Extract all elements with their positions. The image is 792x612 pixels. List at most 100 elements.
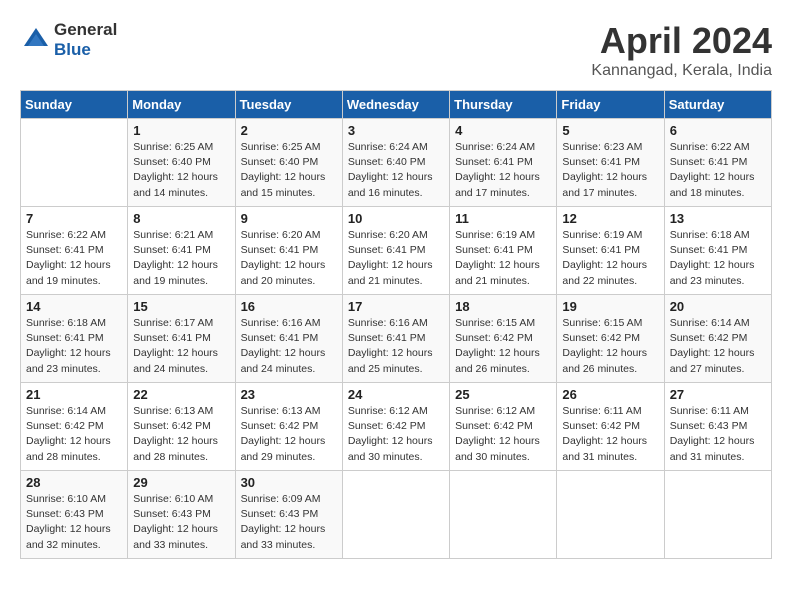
calendar-cell: 16 Sunrise: 6:16 AMSunset: 6:41 PMDayligh… [235, 295, 342, 383]
day-info: Sunrise: 6:15 AMSunset: 6:42 PMDaylight:… [455, 316, 551, 377]
day-number: 16 [241, 299, 337, 314]
day-number: 8 [133, 211, 229, 226]
day-number: 7 [26, 211, 122, 226]
calendar-cell: 14 Sunrise: 6:18 AMSunset: 6:41 PMDayligh… [21, 295, 128, 383]
header-thursday: Thursday [450, 91, 557, 119]
calendar-header-row: SundayMondayTuesdayWednesdayThursdayFrid… [21, 91, 772, 119]
day-info: Sunrise: 6:16 AMSunset: 6:41 PMDaylight:… [348, 316, 444, 377]
header-saturday: Saturday [664, 91, 771, 119]
day-number: 28 [26, 475, 122, 490]
logo: General Blue [20, 20, 117, 61]
calendar-cell: 13Sunrise: 6:18 AMSunset: 6:41 PMDayligh… [664, 207, 771, 295]
calendar-cell: 27Sunrise: 6:11 AMSunset: 6:43 PMDayligh… [664, 383, 771, 471]
day-number: 5 [562, 123, 658, 138]
calendar-week-row: 7Sunrise: 6:22 AMSunset: 6:41 PMDaylight… [21, 207, 772, 295]
calendar-cell: 21 Sunrise: 6:14 AMSunset: 6:42 PMDayligh… [21, 383, 128, 471]
day-number: 21 [26, 387, 122, 402]
calendar-cell [664, 471, 771, 559]
month-title: April 2024 [591, 20, 772, 62]
day-info: Sunrise: 6:25 AMSunset: 6:40 PMDaylight:… [241, 140, 337, 201]
calendar-cell: 8 Sunrise: 6:21 AMSunset: 6:41 PMDaylight… [128, 207, 235, 295]
calendar-cell: 28Sunrise: 6:10 AMSunset: 6:43 PMDayligh… [21, 471, 128, 559]
day-number: 24 [348, 387, 444, 402]
logo-general: General [54, 20, 117, 40]
day-number: 13 [670, 211, 766, 226]
day-info: Sunrise: 6:12 AMSunset: 6:42 PMDaylight:… [348, 404, 444, 465]
calendar-week-row: 28 Sunrise: 6:10 AMSunset: 6:43 PMDayligh… [21, 471, 772, 559]
calendar-cell: 10 Sunrise: 6:20 AMSunset: 6:41 PMDayligh… [342, 207, 449, 295]
calendar-cell: 3Sunrise: 6:24 AMSunset: 6:40 PMDaylight… [342, 119, 449, 207]
calendar-cell: 6 Sunrise: 6:22 AMSunset: 6:41 PMDaylight… [664, 119, 771, 207]
header-sunday: Sunday [21, 91, 128, 119]
day-info: Sunrise: 6:14 AMSunset: 6:42 PMDaylight:… [670, 316, 766, 377]
calendar-cell: 26 Sunrise: 6:11 AMSunset: 6:42 PMDayligh… [557, 383, 664, 471]
day-info: Sunrise: 6:09 AMSunset: 6:43 PMDaylight:… [241, 492, 337, 553]
calendar-cell [557, 471, 664, 559]
calendar-cell: 25Sunrise: 6:12 AMSunset: 6:42 PMDayligh… [450, 383, 557, 471]
day-number: 14 [26, 299, 122, 314]
day-info: Sunrise: 6:25 AMSunset: 6:40 PMDaylight:… [133, 140, 229, 201]
calendar-cell: 29 Sunrise: 6:10 AMSunset: 6:43 PMDayligh… [128, 471, 235, 559]
calendar-week-row: 1Sunrise: 6:25 AMSunset: 6:40 PMDaylight… [21, 119, 772, 207]
calendar-cell: 9Sunrise: 6:20 AMSunset: 6:41 PMDaylight… [235, 207, 342, 295]
day-info: Sunrise: 6:10 AMSunset: 6:43 PMDaylight:… [133, 492, 229, 553]
day-number: 25 [455, 387, 551, 402]
day-info: Sunrise: 6:18 AMSunset: 6:41 PMDaylight:… [26, 316, 122, 377]
calendar-week-row: 14 Sunrise: 6:18 AMSunset: 6:41 PMDayligh… [21, 295, 772, 383]
header-wednesday: Wednesday [342, 91, 449, 119]
day-info: Sunrise: 6:14 AMSunset: 6:42 PMDaylight:… [26, 404, 122, 465]
day-info: Sunrise: 6:24 AMSunset: 6:41 PMDaylight:… [455, 140, 551, 201]
day-number: 20 [670, 299, 766, 314]
day-info: Sunrise: 6:23 AMSunset: 6:41 PMDaylight:… [562, 140, 658, 201]
calendar-cell: 11 Sunrise: 6:19 AMSunset: 6:41 PMDayligh… [450, 207, 557, 295]
day-number: 19 [562, 299, 658, 314]
calendar-cell: 2 Sunrise: 6:25 AMSunset: 6:40 PMDaylight… [235, 119, 342, 207]
day-number: 30 [241, 475, 337, 490]
day-number: 10 [348, 211, 444, 226]
calendar-table: SundayMondayTuesdayWednesdayThursdayFrid… [20, 90, 772, 559]
day-number: 11 [455, 211, 551, 226]
day-info: Sunrise: 6:11 AMSunset: 6:43 PMDaylight:… [670, 404, 766, 465]
day-info: Sunrise: 6:13 AMSunset: 6:42 PMDaylight:… [133, 404, 229, 465]
day-info: Sunrise: 6:20 AMSunset: 6:41 PMDaylight:… [348, 228, 444, 289]
calendar-cell: 24 Sunrise: 6:12 AMSunset: 6:42 PMDayligh… [342, 383, 449, 471]
calendar-cell: 30 Sunrise: 6:09 AMSunset: 6:43 PMDayligh… [235, 471, 342, 559]
day-info: Sunrise: 6:11 AMSunset: 6:42 PMDaylight:… [562, 404, 658, 465]
day-info: Sunrise: 6:17 AMSunset: 6:41 PMDaylight:… [133, 316, 229, 377]
calendar-cell [21, 119, 128, 207]
day-number: 29 [133, 475, 229, 490]
day-number: 3 [348, 123, 444, 138]
logo-words: General Blue [54, 20, 117, 61]
day-info: Sunrise: 6:21 AMSunset: 6:41 PMDaylight:… [133, 228, 229, 289]
calendar-cell: 7Sunrise: 6:22 AMSunset: 6:41 PMDaylight… [21, 207, 128, 295]
calendar-cell: 19 Sunrise: 6:15 AMSunset: 6:42 PMDayligh… [557, 295, 664, 383]
logo-blue: Blue [54, 40, 91, 60]
day-info: Sunrise: 6:19 AMSunset: 6:41 PMDaylight:… [562, 228, 658, 289]
day-number: 6 [670, 123, 766, 138]
day-info: Sunrise: 6:22 AMSunset: 6:41 PMDaylight:… [670, 140, 766, 201]
day-info: Sunrise: 6:20 AMSunset: 6:41 PMDaylight:… [241, 228, 337, 289]
day-number: 23 [241, 387, 337, 402]
header-monday: Monday [128, 91, 235, 119]
day-info: Sunrise: 6:15 AMSunset: 6:42 PMDaylight:… [562, 316, 658, 377]
calendar-cell: 18 Sunrise: 6:15 AMSunset: 6:42 PMDayligh… [450, 295, 557, 383]
day-info: Sunrise: 6:13 AMSunset: 6:42 PMDaylight:… [241, 404, 337, 465]
day-info: Sunrise: 6:19 AMSunset: 6:41 PMDaylight:… [455, 228, 551, 289]
title-block: April 2024 Kannangad, Kerala, India [591, 20, 772, 80]
logo-icon [22, 26, 50, 54]
location-title: Kannangad, Kerala, India [591, 62, 772, 80]
calendar-cell: 15 Sunrise: 6:17 AMSunset: 6:41 PMDayligh… [128, 295, 235, 383]
day-number: 18 [455, 299, 551, 314]
calendar-cell [342, 471, 449, 559]
day-number: 26 [562, 387, 658, 402]
day-number: 15 [133, 299, 229, 314]
header-friday: Friday [557, 91, 664, 119]
header-tuesday: Tuesday [235, 91, 342, 119]
day-number: 2 [241, 123, 337, 138]
day-info: Sunrise: 6:16 AMSunset: 6:41 PMDaylight:… [241, 316, 337, 377]
day-number: 22 [133, 387, 229, 402]
day-number: 17 [348, 299, 444, 314]
calendar-cell: 20 Sunrise: 6:14 AMSunset: 6:42 PMDayligh… [664, 295, 771, 383]
calendar-cell: 23 Sunrise: 6:13 AMSunset: 6:42 PMDayligh… [235, 383, 342, 471]
calendar-cell: 12Sunrise: 6:19 AMSunset: 6:41 PMDayligh… [557, 207, 664, 295]
